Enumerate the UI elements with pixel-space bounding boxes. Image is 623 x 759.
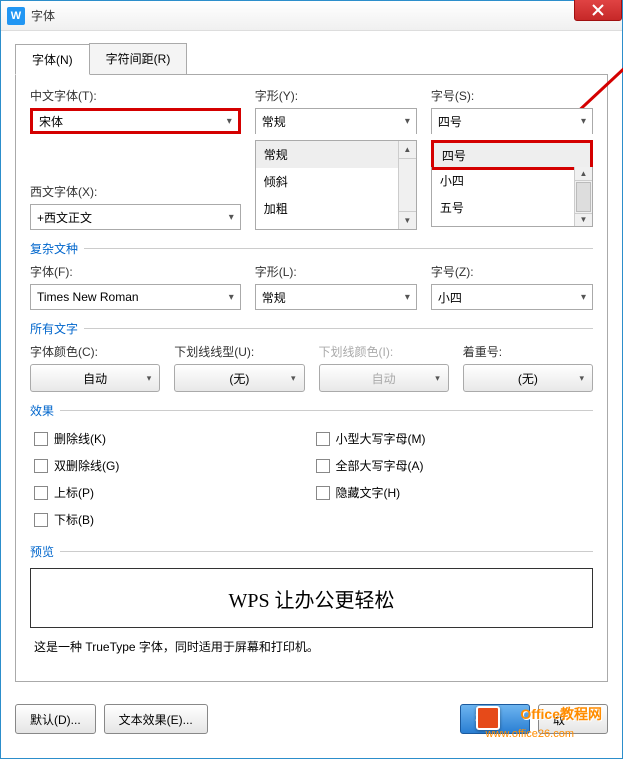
scrollbar[interactable]: ▲ ▼ bbox=[398, 141, 416, 229]
list-item[interactable]: 小四 bbox=[432, 167, 574, 194]
emphasis-label: 着重号: bbox=[463, 343, 593, 360]
list-item[interactable]: 加粗 bbox=[256, 195, 398, 222]
underline-combo[interactable]: (无) bbox=[174, 364, 304, 392]
style-value: 常规 bbox=[262, 113, 286, 130]
scroll-thumb[interactable] bbox=[576, 182, 591, 212]
underline-label: 下划线线型(U): bbox=[174, 343, 304, 360]
western-font-value: +西文正文 bbox=[37, 209, 92, 226]
complex-size-label: 字号(Z): bbox=[431, 263, 593, 280]
complex-style-label: 字形(L): bbox=[255, 263, 417, 280]
complex-group-label: 复杂文种 bbox=[30, 240, 593, 257]
emphasis-combo[interactable]: (无) bbox=[463, 364, 593, 392]
western-font-label: 西文字体(X): bbox=[30, 183, 241, 200]
size-value: 四号 bbox=[438, 113, 462, 130]
super-checkbox[interactable]: 上标(P) bbox=[30, 479, 312, 506]
checkbox-icon bbox=[316, 486, 330, 500]
checkbox-icon bbox=[316, 432, 330, 446]
allcaps-checkbox[interactable]: 全部大写字母(A) bbox=[312, 452, 594, 479]
watermark-brand: Office教程网 bbox=[520, 704, 602, 724]
scrollbar[interactable]: ▲ ▼ bbox=[574, 167, 592, 226]
checkbox-icon bbox=[34, 459, 48, 473]
color-label: 字体颜色(C): bbox=[30, 343, 160, 360]
list-item[interactable]: 四号 bbox=[434, 143, 590, 168]
complex-font-label: 字体(F): bbox=[30, 263, 241, 280]
color-combo[interactable]: 自动 bbox=[30, 364, 160, 392]
complex-style-combo[interactable]: 常规 bbox=[255, 284, 417, 310]
app-icon: W bbox=[7, 7, 25, 25]
alltext-group-label: 所有文字 bbox=[30, 320, 593, 337]
smallcaps-checkbox[interactable]: 小型大写字母(M) bbox=[312, 425, 594, 452]
complex-size-combo[interactable]: 小四 bbox=[431, 284, 593, 310]
chinese-font-combo[interactable]: 宋体 bbox=[30, 108, 241, 134]
chinese-font-value: 宋体 bbox=[39, 113, 63, 130]
sub-checkbox[interactable]: 下标(B) bbox=[30, 506, 312, 533]
underline-color-combo: 自动 bbox=[319, 364, 449, 392]
checkbox-icon bbox=[34, 432, 48, 446]
tab-spacing[interactable]: 字符间距(R) bbox=[89, 43, 188, 74]
watermark-url: www.office26.com bbox=[486, 728, 574, 740]
chinese-font-label: 中文字体(T): bbox=[30, 87, 241, 104]
checkbox-icon bbox=[34, 513, 48, 527]
truetype-hint: 这是一种 TrueType 字体，同时适用于屏幕和打印机。 bbox=[34, 638, 589, 655]
scroll-up-icon[interactable]: ▲ bbox=[575, 167, 592, 181]
size-listbox-selected[interactable]: 四号 bbox=[431, 140, 593, 170]
list-item[interactable]: 五号 bbox=[432, 194, 574, 221]
close-icon bbox=[592, 4, 604, 16]
complex-font-combo[interactable]: Times New Roman bbox=[30, 284, 241, 310]
scroll-up-icon[interactable]: ▲ bbox=[399, 141, 416, 159]
western-font-combo[interactable]: +西文正文 bbox=[30, 204, 241, 230]
tab-font[interactable]: 字体(N) bbox=[15, 44, 90, 75]
hidden-checkbox[interactable]: 隐藏文字(H) bbox=[312, 479, 594, 506]
underline-color-label: 下划线颜色(I): bbox=[319, 343, 449, 360]
close-button[interactable] bbox=[574, 0, 622, 21]
dstrike-checkbox[interactable]: 双删除线(G) bbox=[30, 452, 312, 479]
size-input[interactable]: 四号 bbox=[431, 108, 593, 134]
preview-group-label: 预览 bbox=[30, 543, 593, 560]
list-item[interactable]: 倾斜 bbox=[256, 168, 398, 195]
checkbox-icon bbox=[316, 459, 330, 473]
window-title: 字体 bbox=[31, 7, 55, 24]
style-label: 字形(Y): bbox=[255, 87, 417, 104]
size-label: 字号(S): bbox=[431, 87, 593, 104]
list-item[interactable]: 常规 bbox=[256, 141, 398, 168]
text-effects-button[interactable]: 文本效果(E)... bbox=[104, 704, 208, 734]
preview-box: WPS 让办公更轻松 bbox=[30, 568, 593, 628]
size-listbox[interactable]: 小四 五号 ▲ ▼ bbox=[431, 167, 593, 227]
checkbox-icon bbox=[34, 486, 48, 500]
scroll-down-icon[interactable]: ▼ bbox=[399, 211, 416, 229]
effects-group-label: 效果 bbox=[30, 402, 593, 419]
style-input[interactable]: 常规 bbox=[255, 108, 417, 134]
style-listbox[interactable]: 常规 倾斜 加粗 ▲ ▼ bbox=[255, 140, 417, 230]
default-button[interactable]: 默认(D)... bbox=[15, 704, 96, 734]
watermark-icon bbox=[476, 706, 500, 730]
scroll-down-icon[interactable]: ▼ bbox=[575, 213, 592, 227]
strike-checkbox[interactable]: 删除线(K) bbox=[30, 425, 312, 452]
